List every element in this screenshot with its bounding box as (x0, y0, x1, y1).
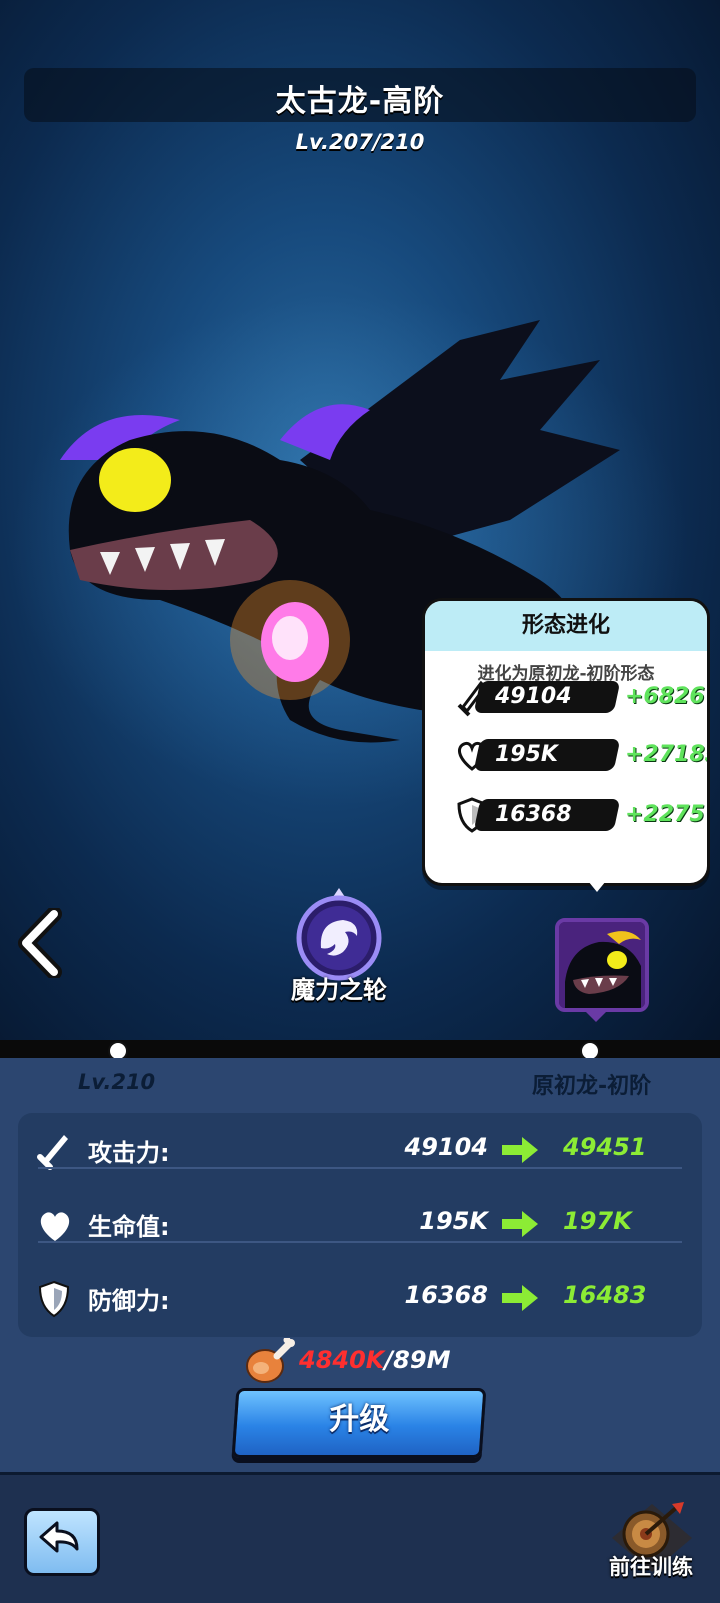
evolution-stat-attack: 49104 +6826 (455, 675, 705, 719)
cost-current: 4840K (299, 1346, 385, 1374)
stat-row-hp: 生命值: 195K 197K (18, 1187, 702, 1261)
stat-next: 197K (563, 1207, 632, 1235)
return-arrow-icon (39, 1521, 79, 1553)
upgrade-button[interactable]: 升级 (231, 1388, 487, 1458)
stat-label: 防御力: (88, 1287, 170, 1315)
stat-current: 195K (419, 1207, 488, 1235)
evolution-attack-increase: +6826 (625, 684, 705, 709)
dragon-level: Lv.207/210 (295, 130, 425, 154)
stat-label: 攻击力: (88, 1139, 170, 1167)
stat-label: 生命值: (88, 1213, 170, 1241)
track-evolution-label: 原初龙-初阶 (532, 1074, 652, 1099)
stat-next: 49451 (563, 1133, 647, 1161)
evolution-popup: 形态进化 进化为原初龙-初阶形态 49104 +6826 195K +27185… (422, 598, 710, 886)
divider (38, 1167, 682, 1169)
evolution-stat-hp: 195K +27185 (455, 733, 707, 777)
evolution-hp-increase: +27185 (625, 742, 707, 767)
shield-icon (38, 1280, 70, 1318)
arrow-right-icon (502, 1285, 538, 1311)
evolution-defense-value: 16368 (495, 802, 572, 827)
track-level-label: Lv.210 (78, 1070, 156, 1094)
evolution-popup-pointer (584, 876, 610, 892)
evolution-target-thumbnail[interactable] (555, 918, 649, 1012)
stat-current: 49104 (404, 1133, 489, 1161)
cost-total: /89M (384, 1346, 451, 1374)
sword-icon (37, 1135, 68, 1170)
wheel-of-magic-icon[interactable] (291, 886, 387, 982)
upgrade-button-label: 升级 (329, 1402, 390, 1437)
back-button[interactable] (24, 1508, 100, 1576)
upgrade-cost: 4840K/89M (245, 1338, 505, 1384)
evolution-target-pointer (584, 1010, 608, 1022)
stat-row-defense: 防御力: 16368 16483 (18, 1261, 702, 1335)
stat-current: 16368 (404, 1281, 489, 1309)
dragon-name: 太古龙-高阶 (275, 84, 445, 119)
go-training-label[interactable]: 前往训练 (596, 1551, 706, 1581)
stat-row-attack: 攻击力: 49104 49451 (18, 1113, 702, 1187)
evolution-defense-increase: +2275 (625, 802, 705, 827)
evolution-stat-defense: 16368 +2275 (455, 793, 705, 837)
skill-label: 魔力之轮 (291, 976, 387, 1004)
target-training-icon[interactable] (600, 1496, 704, 1596)
arrow-right-icon (502, 1137, 538, 1163)
stat-next: 16483 (563, 1281, 647, 1309)
divider (38, 1241, 682, 1243)
arrow-right-icon (502, 1211, 538, 1237)
heart-icon (40, 1212, 70, 1241)
evolution-popup-title: 形态进化 (425, 601, 707, 651)
evolution-attack-value: 49104 (495, 684, 572, 709)
meat-icon (246, 1338, 295, 1383)
evolution-hp-value: 195K (495, 742, 558, 767)
dragon-portrait-icon (559, 922, 645, 1008)
chevron-left-icon[interactable] (18, 908, 64, 978)
stats-table: 攻击力: 49104 49451 生命值: 195K 197K 防御力: 163… (18, 1113, 702, 1337)
